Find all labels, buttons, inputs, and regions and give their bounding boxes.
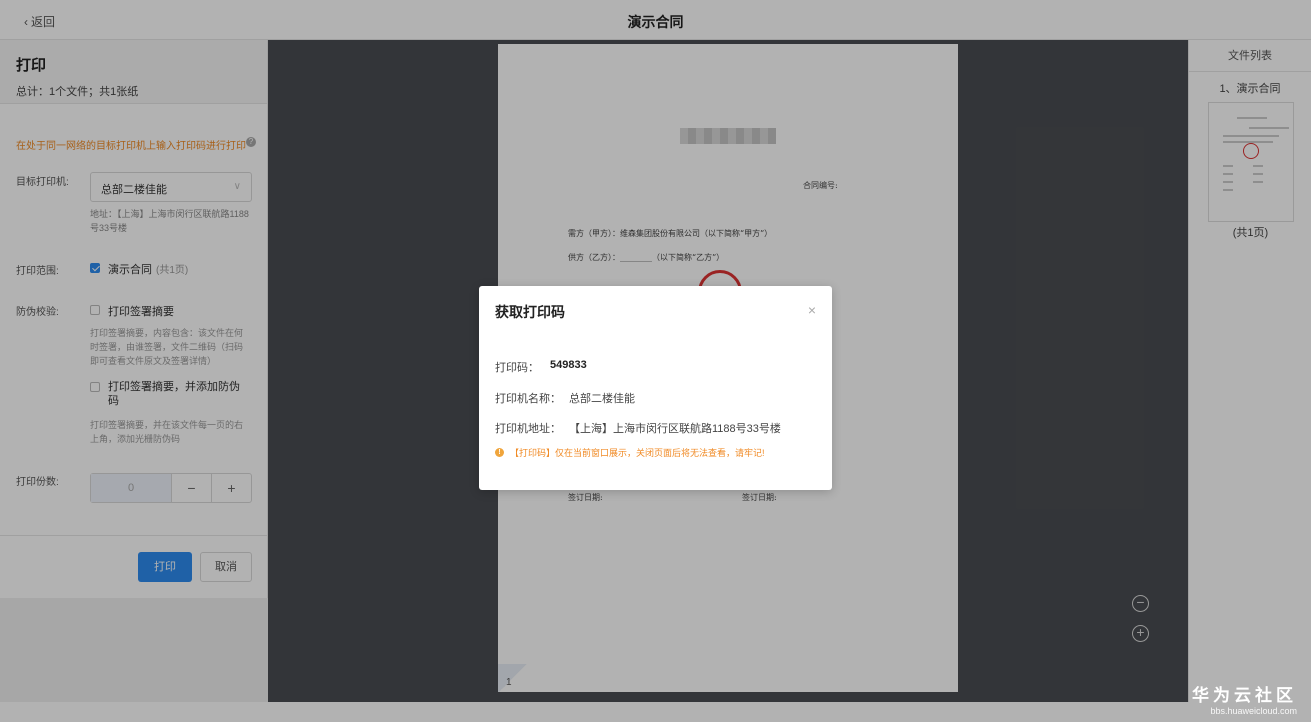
watermark-brand: 华为云社区 (1192, 686, 1297, 705)
print-code-value: 549833 (550, 359, 587, 371)
printer-addr-label: 打印机地址： (495, 423, 561, 435)
print-code-dialog: 获取打印码 × 打印码： 549833 打印机名称： 总部二楼佳能 打印机地址：… (479, 286, 832, 490)
print-code-label: 打印码： (495, 362, 539, 374)
dialog-title: 获取打印码 (495, 304, 565, 320)
printer-name-row: 打印机名称： 总部二楼佳能 (495, 390, 635, 406)
printer-addr-value: 【上海】上海市闵行区联航路1188号33号楼 (569, 423, 781, 435)
dialog-warning: ! 【打印码】仅在当前窗口展示，关闭页面后将无法查看，请牢记! (495, 446, 765, 459)
printer-addr-row: 打印机地址： 【上海】上海市闵行区联航路1188号33号楼 (495, 420, 781, 436)
watermark-url: bbs.huaweicloud.com (1210, 706, 1297, 716)
printer-name-label: 打印机名称： (495, 393, 561, 405)
print-code-row: 打印码： 549833 (495, 359, 587, 375)
close-icon[interactable]: × (808, 302, 816, 318)
warning-text: 【打印码】仅在当前窗口展示，关闭页面后将无法查看，请牢记! (510, 448, 765, 458)
watermark: 华为云社区 bbs.huaweicloud.com (1192, 681, 1297, 716)
printer-name-value: 总部二楼佳能 (569, 393, 635, 405)
warning-icon: ! (495, 448, 504, 457)
